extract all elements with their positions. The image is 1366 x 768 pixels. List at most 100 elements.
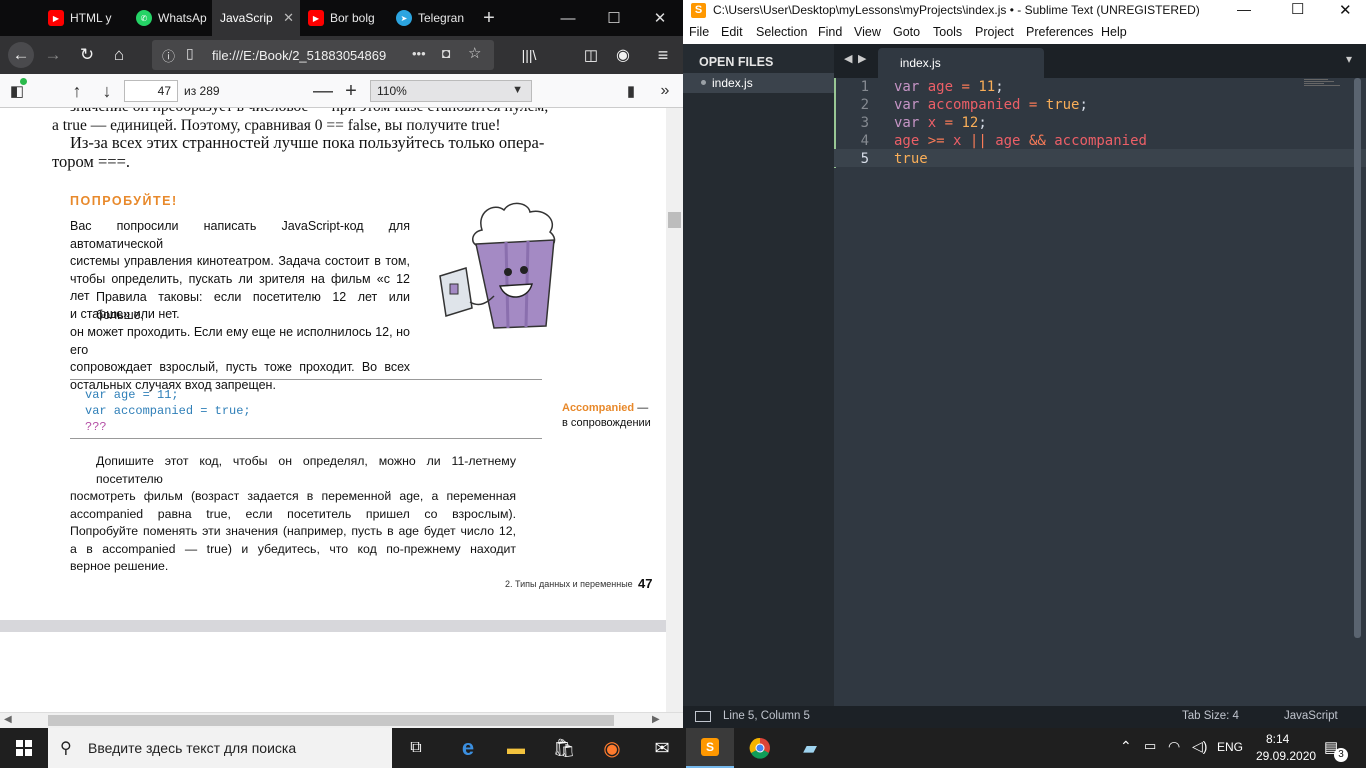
menu-tools[interactable]: Tools <box>933 25 962 39</box>
maximize-button[interactable]: ☐ <box>591 0 637 36</box>
taskbar-search-box[interactable]: ⚲ Введите здесь текст для поиска <box>48 728 392 768</box>
forward-arrow-icon[interactable]: → <box>40 42 66 68</box>
footer-chapter: 2. Типы данных и переменные <box>505 579 633 589</box>
minimap[interactable] <box>1304 78 1348 88</box>
library-icon[interactable]: |||\ <box>516 42 542 68</box>
tab-bar: ◀ ▶ index.js ▾ <box>834 44 1366 78</box>
zoom-in-icon[interactable]: + <box>338 78 364 104</box>
code-editor[interactable]: 1 2 3 4 5 var age = 11; var accompanied … <box>834 78 1366 706</box>
wifi-icon[interactable]: ◠ <box>1168 738 1180 755</box>
bookmark-star-icon[interactable]: ☆ <box>468 44 481 62</box>
menu-help[interactable]: Help <box>1101 25 1127 39</box>
page-number-input[interactable]: 47 <box>124 80 178 102</box>
code-line: var age = 11; <box>894 79 1004 95</box>
title-bar: S C:\Users\User\Desktop\myLessons\myProj… <box>683 0 1366 22</box>
navigation-bar: ← → ↻ ⌂ ⓘ ▯ file:///E:/Book/2_5188305486… <box>0 36 683 74</box>
menu-edit[interactable]: Edit <box>721 25 743 39</box>
show-hidden-icons-chevron-icon[interactable]: ⌃ <box>1120 738 1132 755</box>
menu-project[interactable]: Project <box>975 25 1014 39</box>
close-window-button[interactable]: ✕ <box>637 0 683 36</box>
store-icon[interactable]: 🛍 <box>540 728 588 768</box>
unsaved-dot-icon <box>701 80 706 85</box>
previous-page-icon[interactable]: ↑ <box>64 78 90 104</box>
line-number: 2 <box>860 97 869 113</box>
battery-icon[interactable]: ▭ <box>1144 738 1156 754</box>
close-tab-icon[interactable]: ✕ <box>283 10 294 26</box>
edge-browser-icon[interactable]: e <box>444 728 492 768</box>
back-arrow-icon[interactable]: ← <box>8 42 34 68</box>
browser-tab[interactable]: ▶ Bor bolg <box>300 0 388 36</box>
mail-icon[interactable]: ✉ <box>638 728 686 768</box>
task-view-icon[interactable]: ⧉ <box>392 728 440 768</box>
sublime-text-taskbar-icon[interactable]: S <box>686 728 734 768</box>
zoom-out-icon[interactable]: — <box>310 78 336 104</box>
minimize-button[interactable]: — <box>1237 1 1251 17</box>
next-page-icon[interactable]: ↓ <box>94 78 120 104</box>
minimize-button[interactable]: — <box>545 0 591 36</box>
pocket-icon[interactable]: ◘ <box>442 45 450 61</box>
browser-tab[interactable]: ▶ HTML у <box>40 0 128 36</box>
file-explorer-icon[interactable]: ▬ <box>492 728 540 768</box>
tools-expand-icon[interactable]: » <box>652 78 678 104</box>
vertical-scrollbar[interactable] <box>666 108 683 712</box>
home-icon[interactable]: ⌂ <box>106 42 132 68</box>
tab-index-js[interactable]: index.js <box>878 48 1044 78</box>
clock-date[interactable]: 29.09.2020 <box>1256 749 1316 763</box>
hamburger-menu-icon[interactable]: ≡ <box>650 42 676 68</box>
url-bar[interactable]: ⓘ ▯ file:///E:/Book/2_51883054869 ••• ◘ … <box>152 40 494 70</box>
finish-paragraph: Допишите этот код, чтобы он определял, м… <box>70 454 516 573</box>
info-icon[interactable]: ⓘ <box>162 46 175 65</box>
menu-view[interactable]: View <box>854 25 881 39</box>
search-icon: ⚲ <box>60 740 72 757</box>
sublime-logo-icon: S <box>701 738 719 756</box>
menu-bar: File Edit Selection Find View Goto Tools… <box>683 22 1366 44</box>
horizontal-scrollbar[interactable]: ◀ ▶ <box>0 712 683 728</box>
page-total-label: из 289 <box>184 84 220 98</box>
browser-tab[interactable]: ✆ WhatsAp <box>128 0 212 36</box>
scrollbar-thumb[interactable] <box>48 715 614 726</box>
vertical-scrollbar[interactable] <box>1354 78 1361 638</box>
window-title: C:\Users\User\Desktop\myLessons\myProjec… <box>713 3 1200 17</box>
menu-goto[interactable]: Goto <box>893 25 920 39</box>
tab-scroll-right-icon[interactable]: ▶ <box>858 52 866 65</box>
browser-tab-active[interactable]: JavaScrip ✕ <box>212 0 300 36</box>
zoom-select[interactable]: 110% ▼ <box>370 80 532 102</box>
more-actions-icon[interactable]: ••• <box>412 46 426 61</box>
maximize-button[interactable]: ☐ <box>1291 0 1304 18</box>
tab-scroll-left-icon[interactable]: ◀ <box>844 52 852 65</box>
reload-icon[interactable]: ↻ <box>74 42 100 68</box>
firefox-icon[interactable]: ◉ <box>588 728 636 768</box>
chrome-icon[interactable] <box>736 728 784 768</box>
code-line: true <box>894 151 928 167</box>
scroll-left-icon[interactable]: ◀ <box>4 714 12 725</box>
new-tab-button[interactable]: + <box>466 0 512 36</box>
account-icon[interactable]: ◉ <box>610 42 636 68</box>
volume-icon[interactable]: ◁) <box>1192 738 1207 755</box>
scroll-right-icon[interactable]: ▶ <box>652 714 660 725</box>
notepad-icon[interactable]: ▰ <box>786 728 834 768</box>
telegram-icon: ➤ <box>396 10 412 26</box>
input-language[interactable]: ENG <box>1217 740 1243 754</box>
close-window-button[interactable]: ✕ <box>1339 1 1352 19</box>
code-sample: var age = 11; var accompanied = true; ??… <box>85 388 251 434</box>
pdf-page: значение он преобразует в числовое — при… <box>0 108 666 620</box>
menu-file[interactable]: File <box>689 25 709 39</box>
menu-preferences[interactable]: Preferences <box>1026 25 1093 39</box>
code-line: age >= x || age && accompanied <box>894 133 1147 149</box>
url-text: file:///E:/Book/2_51883054869 <box>212 48 387 63</box>
scrollbar-thumb[interactable] <box>668 212 681 228</box>
tab-list-icon[interactable]: ▾ <box>1346 52 1352 66</box>
syntax-selector[interactable]: JavaScript <box>1284 710 1338 722</box>
console-panel-icon[interactable] <box>695 711 711 722</box>
windows-start-button[interactable] <box>0 728 48 768</box>
tab-size-selector[interactable]: Tab Size: 4 <box>1182 710 1239 722</box>
menu-selection[interactable]: Selection <box>756 25 807 39</box>
browser-tab[interactable]: ➤ Telegran <box>388 0 472 36</box>
menu-find[interactable]: Find <box>818 25 842 39</box>
sidebar-item-index-js[interactable]: index.js <box>683 73 834 93</box>
clock-time[interactable]: 8:14 <box>1266 732 1289 746</box>
body-text-line: Из-за всех этих странностей лучше пока п… <box>70 133 545 152</box>
bookmark-icon[interactable]: ▮ <box>618 78 644 104</box>
sidebar-icon[interactable]: ◫ <box>578 42 604 68</box>
youtube-icon: ▶ <box>308 10 324 26</box>
